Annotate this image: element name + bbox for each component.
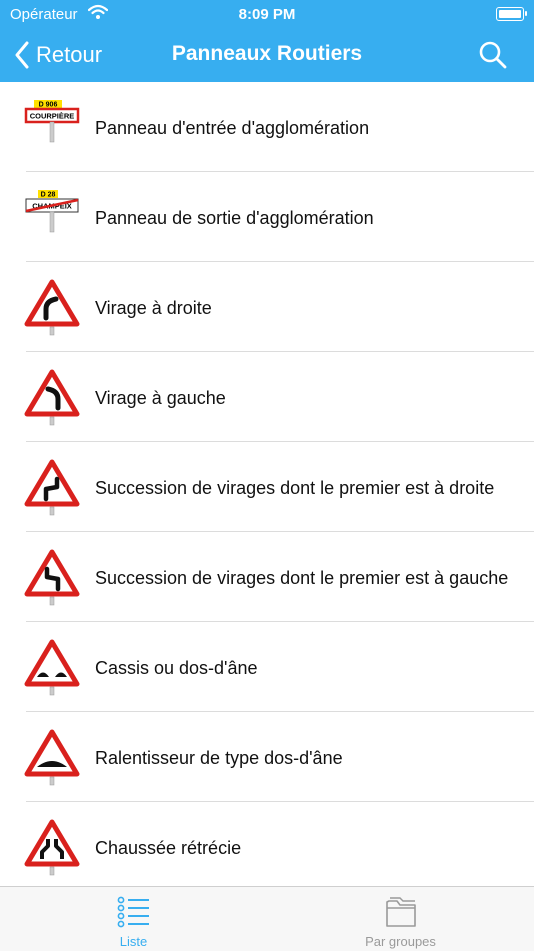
list-item-label: Succession de virages dont le premier es… — [95, 478, 495, 498]
tab-list[interactable]: Liste — [0, 887, 267, 951]
list-item-label: Virage à gauche — [95, 388, 226, 408]
sign-town-text: COURPIÈRE — [30, 112, 75, 121]
list-item-label: Cassis ou dos-d'âne — [95, 658, 258, 678]
road-narrows-sign-icon — [24, 819, 80, 876]
tab-groups[interactable]: Par groupes — [267, 887, 534, 951]
entry-sign-icon: D 906 COURPIÈRE — [24, 100, 80, 143]
list-item-bumpy-road[interactable]: Cassis ou dos-d'âne — [0, 622, 534, 712]
list-item-double-bend-left[interactable]: Succession de virages dont le premier es… — [0, 532, 534, 622]
list-item-double-bend-right[interactable]: Succession de virages dont le premier es… — [0, 442, 534, 532]
list-item-road-narrows[interactable]: Chaussée rétrécie — [0, 802, 534, 892]
navigation-bar: Retour Panneaux Routiers — [0, 28, 534, 82]
list-item-left-curve[interactable]: Virage à gauche — [0, 352, 534, 442]
list-item-label: Succession de virages dont le premier es… — [95, 568, 509, 588]
list-item-exit-sign[interactable]: D 28 CHAMPEIX Panneau de sortie d'agglom… — [0, 172, 534, 262]
page-title: Panneaux Routiers — [171, 42, 363, 65]
tab-bar: Liste Par groupes — [0, 886, 534, 951]
exit-sign-icon: D 28 CHAMPEIX — [25, 190, 79, 233]
sign-route-text: D 906 — [39, 102, 58, 109]
bumpy-road-sign-icon — [24, 639, 80, 696]
tab-list-label: Liste — [119, 934, 148, 949]
search-icon[interactable] — [478, 40, 508, 70]
folder-icon — [386, 897, 416, 927]
status-bar: Opérateur 8:09 PM — [0, 0, 534, 28]
sign-list: D 906 COURPIÈRE Panneau d'entrée d'agglo… — [0, 82, 534, 892]
list-item-label: Chaussée rétrécie — [95, 838, 242, 858]
list-item-label: Virage à droite — [95, 298, 212, 318]
right-curve-sign-icon — [24, 279, 80, 336]
sign-route-text: D 28 — [41, 192, 56, 199]
double-bend-right-sign-icon — [24, 459, 80, 516]
speed-bump-sign-icon — [24, 729, 80, 786]
battery-icon — [496, 7, 527, 21]
list-item-speed-bump[interactable]: Ralentisseur de type dos-d'âne — [0, 712, 534, 802]
double-bend-left-sign-icon — [24, 549, 80, 606]
list-item-label: Panneau d'entrée d'agglomération — [95, 118, 370, 138]
list-item-entry-sign[interactable]: D 906 COURPIÈRE Panneau d'entrée d'agglo… — [0, 82, 534, 172]
clock: 8:09 PM — [238, 6, 296, 23]
list-item-right-curve[interactable]: Virage à droite — [0, 262, 534, 352]
list-item-label: Ralentisseur de type dos-d'âne — [95, 748, 343, 768]
list-icon — [117, 896, 149, 928]
list-item-label: Panneau de sortie d'agglomération — [95, 208, 374, 228]
left-curve-sign-icon — [24, 369, 80, 426]
tab-groups-label: Par groupes — [365, 934, 436, 949]
